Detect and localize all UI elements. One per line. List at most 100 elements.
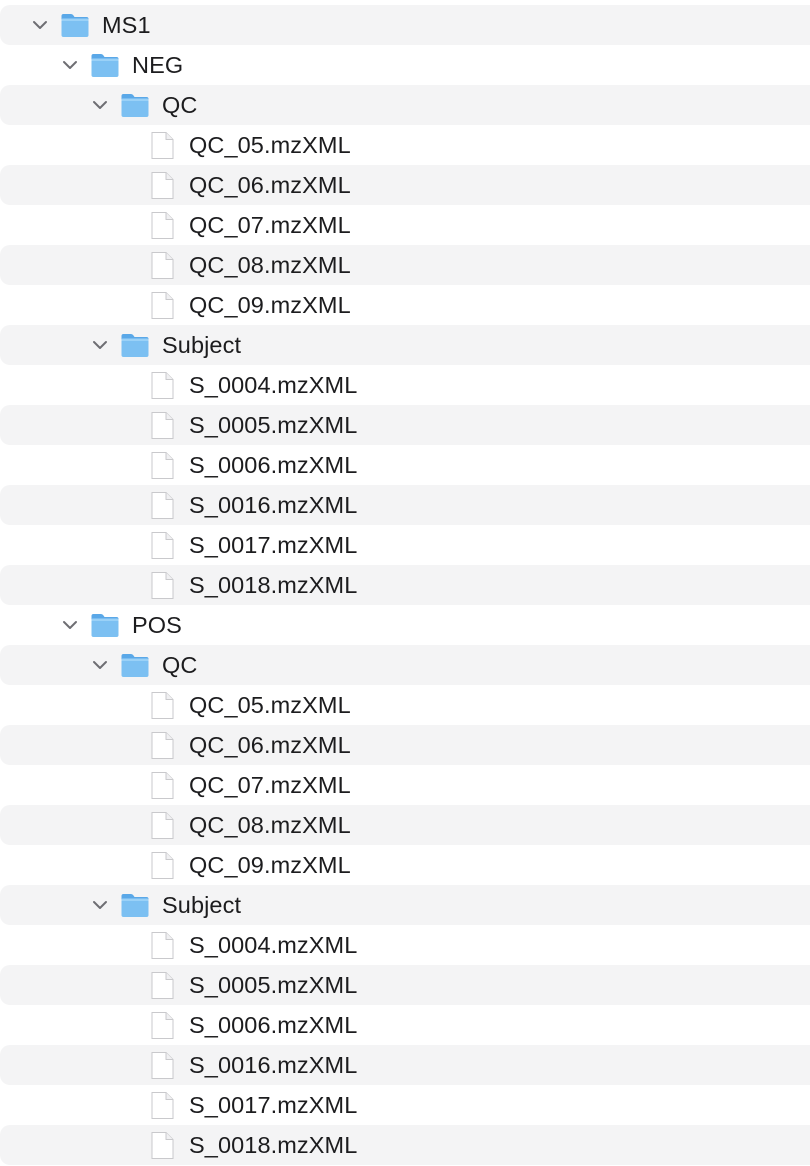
file-row[interactable]: QC_06.mzXML: [0, 725, 810, 765]
file-row[interactable]: S_0017.mzXML: [0, 1085, 810, 1125]
file-label: QC_06.mzXML: [189, 731, 351, 758]
folder-icon: [121, 894, 149, 917]
folder-row[interactable]: POS: [0, 605, 810, 645]
file-row[interactable]: S_0018.mzXML: [0, 565, 810, 605]
row-content: NEG: [63, 45, 184, 85]
file-row[interactable]: QC_09.mzXML: [0, 285, 810, 325]
document-icon: [151, 811, 174, 839]
row-content: S_0018.mzXML: [150, 1125, 357, 1165]
folder-label: QC: [162, 651, 198, 678]
chevron-down-icon[interactable]: [62, 618, 78, 632]
file-row[interactable]: S_0017.mzXML: [0, 525, 810, 565]
file-label: S_0017.mzXML: [189, 531, 358, 558]
row-content: S_0005.mzXML: [150, 405, 357, 445]
folder-icon: [91, 614, 119, 637]
row-content: S_0016.mzXML: [150, 1045, 357, 1085]
row-content: QC_06.mzXML: [150, 165, 351, 205]
chevron-down-icon[interactable]: [92, 338, 108, 352]
file-row[interactable]: QC_06.mzXML: [0, 165, 810, 205]
folder-label: POS: [132, 611, 182, 638]
row-content: S_0017.mzXML: [150, 1085, 357, 1125]
folder-label: Subject: [162, 891, 242, 918]
file-row[interactable]: QC_08.mzXML: [0, 805, 810, 845]
file-label: QC_07.mzXML: [189, 211, 351, 238]
row-content: QC_05.mzXML: [150, 685, 351, 725]
file-label: S_0018.mzXML: [189, 1131, 358, 1158]
file-row[interactable]: S_0004.mzXML: [0, 365, 810, 405]
row-content: POS: [63, 605, 182, 645]
file-label: S_0004.mzXML: [189, 931, 358, 958]
file-row[interactable]: QC_09.mzXML: [0, 845, 810, 885]
row-content: QC_09.mzXML: [150, 285, 351, 325]
row-content: Subject: [93, 325, 241, 365]
folder-icon: [121, 654, 149, 677]
folder-icon: [91, 54, 119, 77]
row-content: QC_07.mzXML: [150, 765, 351, 805]
file-row[interactable]: QC_07.mzXML: [0, 765, 810, 805]
row-content: S_0018.mzXML: [150, 565, 357, 605]
row-content: QC_07.mzXML: [150, 205, 351, 245]
file-label: QC_09.mzXML: [189, 851, 351, 878]
row-content: S_0017.mzXML: [150, 525, 357, 565]
file-row[interactable]: S_0006.mzXML: [0, 1005, 810, 1045]
file-row[interactable]: S_0004.mzXML: [0, 925, 810, 965]
document-icon: [151, 971, 174, 999]
document-icon: [151, 571, 174, 599]
file-row[interactable]: QC_07.mzXML: [0, 205, 810, 245]
file-row[interactable]: S_0016.mzXML: [0, 485, 810, 525]
chevron-down-icon[interactable]: [32, 18, 48, 32]
file-label: S_0006.mzXML: [189, 1011, 358, 1038]
chevron-down-icon[interactable]: [92, 98, 108, 112]
document-icon: [151, 491, 174, 519]
row-content: QC_08.mzXML: [150, 805, 351, 845]
document-icon: [151, 411, 174, 439]
chevron-down-icon[interactable]: [62, 58, 78, 72]
row-content: QC: [93, 645, 198, 685]
file-label: S_0006.mzXML: [189, 451, 358, 478]
file-row[interactable]: QC_08.mzXML: [0, 245, 810, 285]
row-content: S_0004.mzXML: [150, 365, 357, 405]
file-row[interactable]: S_0018.mzXML: [0, 1125, 810, 1165]
folder-icon: [61, 14, 89, 37]
file-row[interactable]: S_0016.mzXML: [0, 1045, 810, 1085]
folder-row[interactable]: NEG: [0, 45, 810, 85]
row-content: S_0016.mzXML: [150, 485, 357, 525]
file-label: S_0005.mzXML: [189, 971, 358, 998]
folder-icon: [121, 94, 149, 117]
file-label: QC_08.mzXML: [189, 251, 351, 278]
document-icon: [151, 531, 174, 559]
file-label: S_0004.mzXML: [189, 371, 358, 398]
folder-row[interactable]: QC: [0, 645, 810, 685]
row-content: QC_08.mzXML: [150, 245, 351, 285]
folder-label: NEG: [132, 51, 184, 78]
document-icon: [151, 1131, 174, 1159]
file-row[interactable]: S_0006.mzXML: [0, 445, 810, 485]
folder-row[interactable]: MS1: [0, 5, 810, 45]
row-content: S_0004.mzXML: [150, 925, 357, 965]
folder-row[interactable]: QC: [0, 85, 810, 125]
file-row[interactable]: QC_05.mzXML: [0, 125, 810, 165]
folder-icon: [121, 334, 149, 357]
file-row[interactable]: S_0005.mzXML: [0, 405, 810, 445]
chevron-down-icon[interactable]: [92, 898, 108, 912]
file-row[interactable]: QC_05.mzXML: [0, 685, 810, 725]
document-icon: [151, 131, 174, 159]
folder-label: QC: [162, 91, 198, 118]
file-label: QC_07.mzXML: [189, 771, 351, 798]
file-label: QC_06.mzXML: [189, 171, 351, 198]
document-icon: [151, 1091, 174, 1119]
file-label: S_0018.mzXML: [189, 571, 358, 598]
document-icon: [151, 771, 174, 799]
chevron-down-icon[interactable]: [92, 658, 108, 672]
document-icon: [151, 931, 174, 959]
file-label: S_0016.mzXML: [189, 1051, 358, 1078]
document-icon: [151, 1051, 174, 1079]
row-content: QC_05.mzXML: [150, 125, 351, 165]
folder-row[interactable]: Subject: [0, 325, 810, 365]
folder-row[interactable]: Subject: [0, 885, 810, 925]
document-icon: [151, 371, 174, 399]
row-content: QC_06.mzXML: [150, 725, 351, 765]
document-icon: [151, 251, 174, 279]
row-content: QC: [93, 85, 198, 125]
file-row[interactable]: S_0005.mzXML: [0, 965, 810, 1005]
